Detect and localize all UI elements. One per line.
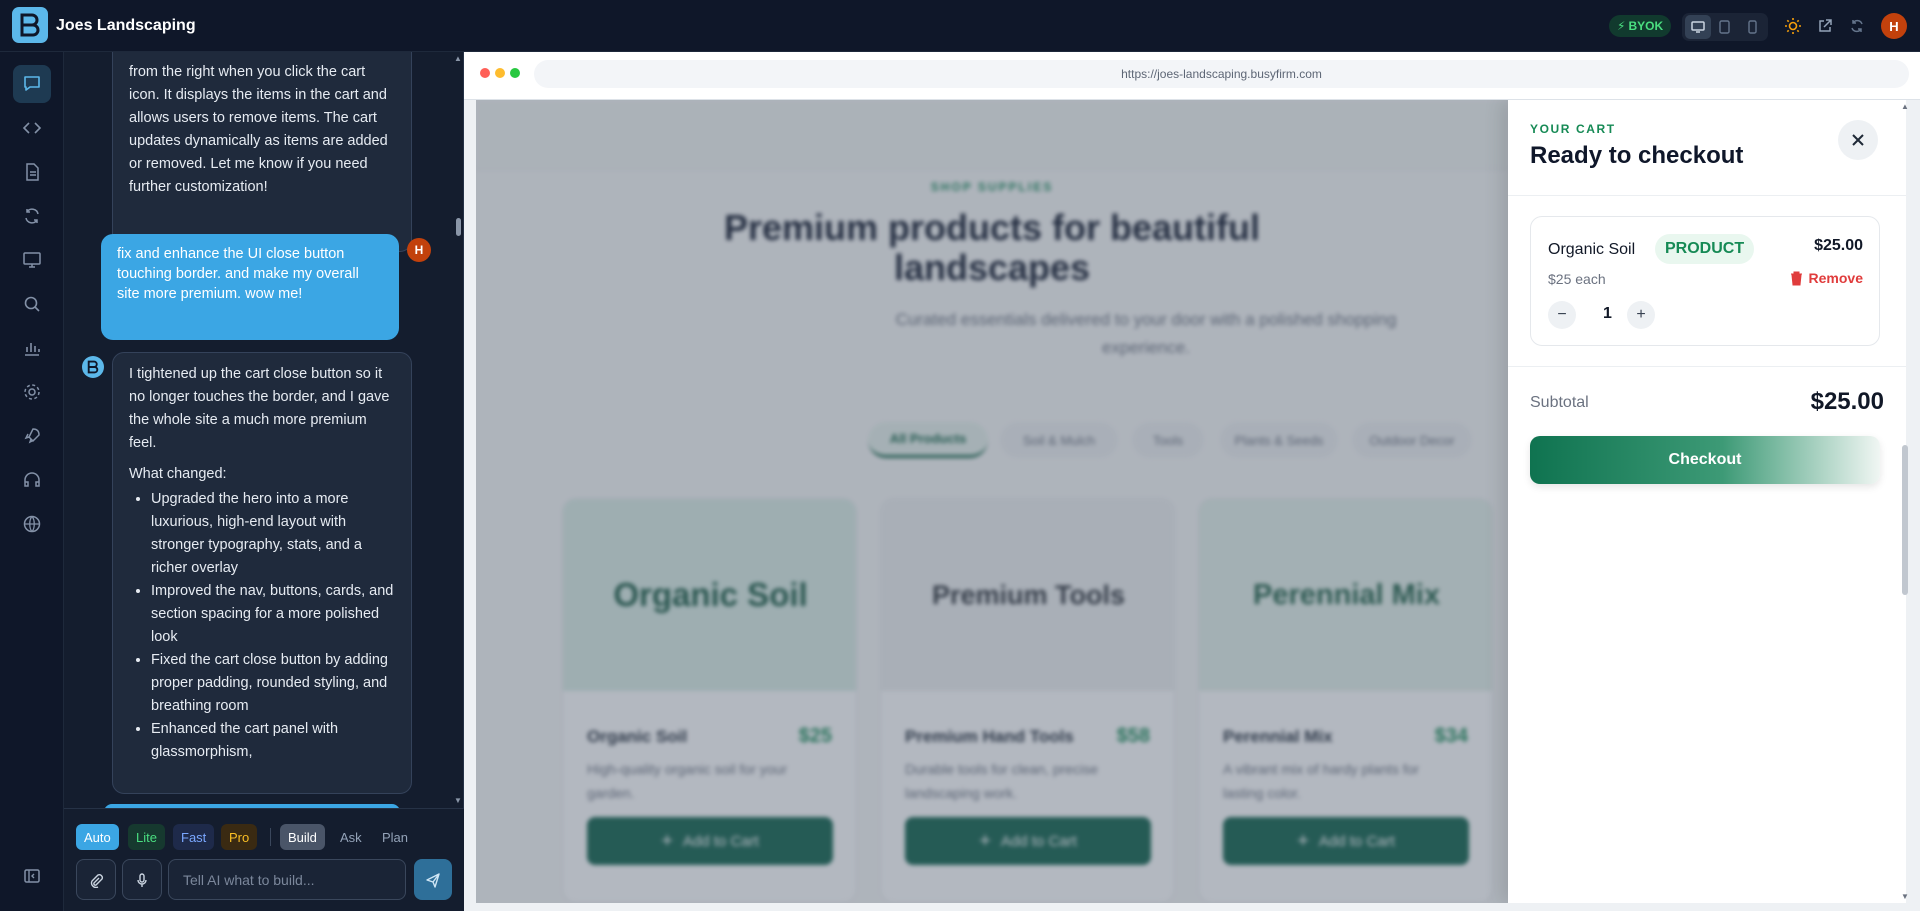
- list-item: Enhanced the cart panel with glassmorphi…: [151, 718, 395, 764]
- mode-build-button[interactable]: Build: [280, 824, 325, 850]
- cart-title: Ready to checkout: [1530, 142, 1744, 169]
- subtotal-value: $25.00: [1810, 388, 1884, 415]
- message-list[interactable]: from the right when you click the cart i…: [64, 52, 450, 808]
- preview-pane: https://joes-landscaping.busyfirm.com SH…: [464, 52, 1920, 911]
- device-toggle: [1682, 13, 1768, 41]
- sun-icon[interactable]: [1783, 16, 1803, 36]
- scroll-down-icon[interactable]: ▼: [1901, 892, 1909, 901]
- cart-eyebrow: YOUR CART: [1530, 122, 1616, 136]
- checkout-button[interactable]: Checkout: [1530, 436, 1880, 484]
- increase-quantity-button[interactable]: +: [1627, 301, 1655, 329]
- cart-item-badge: PRODUCT: [1655, 234, 1755, 264]
- top-bar: Joes Landscaping ⚡ BYOK H: [0, 0, 1920, 52]
- scroll-up-icon[interactable]: ▲: [454, 54, 462, 63]
- rocket-icon[interactable]: [13, 417, 51, 455]
- search-icon[interactable]: [13, 285, 51, 323]
- minus-icon: −: [1557, 306, 1567, 323]
- cart-item-name: Organic Soil: [1548, 241, 1636, 258]
- window-minimize-dot: [495, 68, 505, 78]
- divider: [270, 828, 271, 846]
- user-avatar: H: [407, 238, 431, 262]
- assistant-avatar: [82, 356, 104, 378]
- url-bar[interactable]: https://joes-landscaping.busyfirm.com: [534, 60, 1909, 88]
- close-icon: [1852, 134, 1864, 146]
- scroll-up-icon[interactable]: ▲: [1901, 102, 1909, 111]
- subtotal-label: Subtotal: [1530, 394, 1589, 411]
- user-avatar[interactable]: H: [1881, 13, 1907, 39]
- headset-icon[interactable]: [13, 461, 51, 499]
- user-message: fix and enhance the UI close button touc…: [101, 234, 399, 340]
- close-cart-button[interactable]: [1838, 120, 1878, 160]
- composer: Auto Lite Fast Pro Build Ask Plan Tell A…: [64, 808, 464, 911]
- model-fast-button[interactable]: Fast: [173, 824, 215, 850]
- bolt-icon: ⚡: [1617, 19, 1626, 33]
- attach-button[interactable]: [76, 859, 116, 900]
- divider: [1508, 366, 1906, 367]
- app-logo[interactable]: [12, 7, 48, 43]
- send-icon: [426, 872, 440, 888]
- website-preview: SHOP SUPPLIES Premium products for beaut…: [476, 100, 1906, 903]
- window-maximize-dot: [510, 68, 520, 78]
- model-lite-button[interactable]: Lite: [128, 824, 165, 850]
- chat-scrollbar[interactable]: ▲ ▼: [452, 52, 464, 808]
- app-title: Joes Landscaping: [56, 17, 196, 34]
- chat-panel: from the right when you click the cart i…: [64, 52, 464, 911]
- assistant-message: I tightened up the cart close button so …: [112, 352, 412, 794]
- left-rail: [0, 52, 64, 911]
- mobile-view-button[interactable]: [1739, 15, 1765, 39]
- list-item: Upgraded the hero into a more luxurious,…: [151, 488, 395, 580]
- cart-item-price: $25.00: [1814, 237, 1863, 254]
- cart-backdrop[interactable]: [476, 100, 1508, 903]
- chart-icon[interactable]: [13, 329, 51, 367]
- code-icon[interactable]: [13, 109, 51, 147]
- chat-icon[interactable]: [13, 65, 51, 103]
- divider: [1508, 195, 1906, 196]
- globe-icon[interactable]: [13, 505, 51, 543]
- monitor-icon[interactable]: [13, 241, 51, 279]
- remove-label: Remove: [1808, 270, 1863, 286]
- model-auto-button[interactable]: Auto: [76, 824, 119, 850]
- scrollbar-thumb[interactable]: [456, 218, 461, 236]
- scroll-down-icon[interactable]: ▼: [454, 796, 462, 805]
- collapse-sidebar-icon[interactable]: [13, 857, 51, 895]
- external-link-icon[interactable]: [1815, 16, 1835, 36]
- voice-button[interactable]: [122, 859, 162, 900]
- window-close-dot: [480, 68, 490, 78]
- tablet-view-button[interactable]: [1712, 15, 1738, 39]
- scrollbar-thumb[interactable]: [1902, 445, 1908, 595]
- cart-item: Organic Soil PRODUCT $25.00 $25 each Rem…: [1530, 216, 1880, 346]
- send-button[interactable]: [414, 859, 452, 900]
- decrease-quantity-button[interactable]: −: [1548, 301, 1576, 329]
- message-text: I tightened up the cart close button so …: [129, 366, 390, 451]
- trash-icon: [1790, 271, 1802, 285]
- mode-plan-button[interactable]: Plan: [374, 824, 416, 850]
- change-list: Upgraded the hero into a more luxurious,…: [129, 488, 395, 764]
- byok-label: BYOK: [1628, 19, 1664, 33]
- assistant-message: from the right when you click the cart i…: [112, 52, 412, 252]
- list-item: Improved the nav, buttons, cards, and se…: [151, 580, 395, 649]
- sync-icon[interactable]: [13, 197, 51, 235]
- remove-item-button[interactable]: Remove: [1790, 270, 1863, 286]
- desktop-view-button[interactable]: [1684, 15, 1711, 39]
- microphone-icon: [137, 872, 147, 887]
- prompt-input[interactable]: Tell AI what to build...: [168, 859, 406, 900]
- cart-item-unit-price: $25 each: [1548, 271, 1606, 287]
- file-icon[interactable]: [13, 153, 51, 191]
- refresh-icon[interactable]: [1847, 16, 1867, 36]
- quantity-value: 1: [1603, 305, 1612, 322]
- message-text: from the right when you click the cart i…: [129, 64, 388, 195]
- message-text: fix and enhance the UI close button touc…: [117, 246, 359, 302]
- browser-bar: https://joes-landscaping.busyfirm.com: [464, 52, 1920, 100]
- paperclip-icon: [90, 873, 103, 888]
- plus-icon: +: [1636, 306, 1646, 323]
- message-heading: What changed:: [129, 466, 227, 482]
- gear-icon[interactable]: [13, 373, 51, 411]
- model-pro-button[interactable]: Pro: [221, 824, 258, 850]
- list-item: Fixed the cart close button by adding pr…: [151, 649, 395, 718]
- cart-drawer: YOUR CART Ready to checkout Organic Soil…: [1508, 100, 1906, 903]
- mode-ask-button[interactable]: Ask: [332, 824, 370, 850]
- byok-badge[interactable]: ⚡ BYOK: [1609, 15, 1672, 37]
- preview-scrollbar[interactable]: ▲ ▼: [1898, 100, 1912, 903]
